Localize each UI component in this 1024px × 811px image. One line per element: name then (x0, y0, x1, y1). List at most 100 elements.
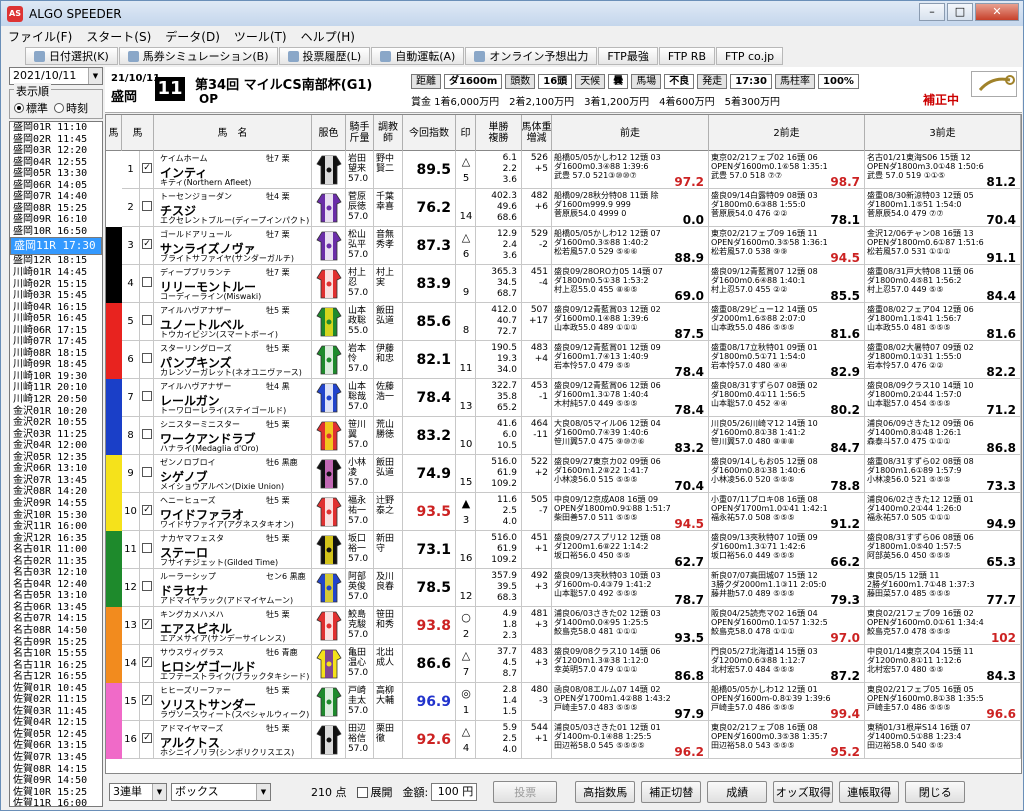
select-checkbox[interactable] (142, 315, 152, 325)
select-checkbox[interactable]: ✓ (142, 619, 152, 629)
race-list-item[interactable]: 名古11R 16:25 (10, 660, 102, 672)
race-list-item[interactable]: 盛岡02R 11:45 (10, 134, 102, 146)
horse-name-cell[interactable]: ケイムホーム 牡7 栗インティ キティ(Northern Afleet) (154, 151, 312, 189)
race-list[interactable]: 盛岡01R 11:10 盛岡02R 11:45 盛岡03R 12:20 盛岡04R 1… (9, 121, 103, 807)
race-list-item[interactable]: 川崎01R 14:45 (10, 267, 102, 279)
select-checkbox[interactable] (142, 353, 152, 363)
race-list-item[interactable]: 名古03R 12:10 (10, 567, 102, 579)
horse-name-cell[interactable]: ルーラーシップ セン6 黒鹿 ドラセナ アドマイヤラック(アドマイヤムーン) (154, 569, 312, 607)
race-list-item[interactable]: 佐賀11R 16:00 (10, 798, 102, 806)
toolbar-button[interactable]: 投票履歴(L) (278, 47, 371, 65)
race-list-item[interactable]: 名古05R 13:10 (10, 590, 102, 602)
race-list-item[interactable]: 佐賀07R 13:45 (10, 752, 102, 764)
horse-name-cell[interactable]: ゴールドアリュール 牡7 栗サンライズノヴァ ブライトサファイヤ(サンダーガルチ) (154, 227, 312, 265)
bet-type-select[interactable]: 3連単 ▼ (109, 783, 167, 801)
race-list-item[interactable]: 盛岡12R 18:15 (10, 255, 102, 267)
select-checkbox[interactable] (142, 467, 152, 477)
race-list-item[interactable]: 川崎12R 20:50 (10, 394, 102, 406)
horse-name-cell[interactable]: スターリングローズ 牡5 栗パンプキンズ カレンソーガレット(ネオユニヴァース) (154, 341, 312, 379)
horse-name-cell[interactable]: シニスターミニスター 牡5 栗ワークアンドラブ ハナライ(Medaglia d'Or… (154, 417, 312, 455)
mark-cell[interactable]: △ 6 (456, 227, 476, 265)
mark-cell[interactable]: △ 5 (456, 151, 476, 189)
race-list-item[interactable]: 金沢05R 12:35 (10, 452, 102, 464)
race-list-item[interactable]: 金沢04R 12:00 (10, 440, 102, 452)
bottom-action-button[interactable]: オッズ取得 (773, 781, 834, 803)
mark-cell[interactable]: 16 (456, 531, 476, 569)
select-checkbox[interactable]: ✓ (142, 733, 152, 743)
race-list-item[interactable]: 名古09R 15:25 (10, 637, 102, 649)
race-list-item[interactable]: 盛岡06R 14:05 (10, 180, 102, 192)
race-list-item[interactable]: 名古04R 12:40 (10, 579, 102, 591)
race-list-item[interactable]: 川崎07R 17:45 (10, 336, 102, 348)
bet-method-select[interactable]: ボックス ▼ (171, 783, 271, 801)
race-list-item[interactable]: 名古06R 13:45 (10, 602, 102, 614)
select-checkbox[interactable]: ✓ (142, 657, 152, 667)
horse-name-cell[interactable]: ヒヒーズリーファー 牡5 栗ソリストサンダー ラヴソースウィート(スペシャルウィーク… (154, 683, 312, 721)
race-list-item[interactable]: 金沢10R 15:30 (10, 510, 102, 522)
toolbar-button[interactable]: 自動運転(A) (371, 47, 465, 65)
race-list-item[interactable]: 佐賀04R 12:15 (10, 717, 102, 729)
mark-cell[interactable]: 14 (456, 189, 476, 227)
race-list-item[interactable]: 佐賀02R 11:15 (10, 694, 102, 706)
horse-name-cell[interactable]: ナカヤマフェスタ 牡5 栗ステーロ フサイチジェット(Gilded Time) (154, 531, 312, 569)
horse-name-cell[interactable]: ヘニーヒューズ 牡5 栗ワイドファラオ ワイドサファイア(アグネスタキオン) (154, 493, 312, 531)
mark-cell[interactable]: 13 (456, 379, 476, 417)
minimize-button[interactable]: – (919, 3, 945, 21)
mark-cell[interactable]: △ 4 (456, 721, 476, 759)
mark-cell[interactable]: △ 7 (456, 645, 476, 683)
race-list-item[interactable]: 盛岡01R 11:10 (10, 122, 102, 134)
toolbar-button[interactable]: FTP RB (658, 47, 716, 65)
bottom-action-button[interactable]: 高指数馬 (575, 781, 636, 803)
race-list-item[interactable]: 名古12R 16:55 (10, 671, 102, 683)
mark-cell[interactable]: 10 (456, 417, 476, 455)
race-list-item[interactable]: 名古02R 11:35 (10, 556, 102, 568)
expand-checkbox[interactable]: 展開 (356, 784, 393, 800)
race-list-item[interactable]: 名古10R 15:55 (10, 648, 102, 660)
toolbar-button[interactable]: 馬券シミュレーション(B) (118, 47, 278, 65)
close-window-button[interactable]: ✕ (975, 3, 1019, 21)
mark-cell[interactable]: ○ 2 (456, 607, 476, 645)
race-list-item[interactable]: 金沢08R 14:20 (10, 486, 102, 498)
select-checkbox[interactable] (142, 429, 152, 439)
race-list-item[interactable]: 佐賀08R 14:15 (10, 764, 102, 776)
toolbar-button[interactable]: FTP最強 (598, 47, 658, 65)
race-list-item[interactable]: 佐賀01R 10:45 (10, 683, 102, 695)
race-list-item[interactable]: 川崎06R 17:15 (10, 325, 102, 337)
radio-standard[interactable]: 標準 (14, 100, 48, 116)
select-checkbox[interactable] (142, 581, 152, 591)
menu-item[interactable]: ヘルプ(H) (294, 28, 362, 45)
race-list-item[interactable]: 佐賀09R 14:50 (10, 775, 102, 787)
mark-cell[interactable]: 12 (456, 569, 476, 607)
race-list-item[interactable]: 川崎11R 20:10 (10, 382, 102, 394)
bottom-action-button[interactable]: 補正切替 (641, 781, 702, 803)
select-checkbox[interactable] (142, 201, 152, 211)
horse-name-cell[interactable]: アイルハヴアナザー 牡5 栗ユノートルベル トウカイビジン(スマートボーイ) (154, 303, 312, 341)
mark-cell[interactable]: ◎ 1 (456, 683, 476, 721)
bottom-action-button[interactable]: 成績 (707, 781, 768, 803)
menu-item[interactable]: データ(D) (158, 28, 227, 45)
race-list-item[interactable]: 盛岡07R 14:40 (10, 191, 102, 203)
horse-name-cell[interactable]: トーセンジョーダン 牡4 栗チスジ エクセレントブルー(ディープインパクト) (154, 189, 312, 227)
race-list-item[interactable]: 金沢12R 16:35 (10, 533, 102, 545)
race-list-item[interactable]: 佐賀03R 11:45 (10, 706, 102, 718)
race-list-item[interactable]: 金沢11R 16:00 (10, 521, 102, 533)
race-list-item[interactable]: 川崎10R 19:30 (10, 371, 102, 383)
race-list-item[interactable]: 名古08R 14:50 (10, 625, 102, 637)
bottom-action-button[interactable]: 閉じる (905, 781, 966, 803)
mark-cell[interactable]: 9 (456, 265, 476, 303)
race-list-item[interactable]: 盛岡05R 13:30 (10, 168, 102, 180)
toolbar-button[interactable]: 日付選択(K) (25, 47, 118, 65)
mark-cell[interactable]: 11 (456, 341, 476, 379)
race-list-item[interactable]: 川崎08R 18:15 (10, 348, 102, 360)
race-list-item[interactable]: 盛岡03R 12:20 (10, 145, 102, 157)
mark-cell[interactable]: 15 (456, 455, 476, 493)
horse-name-cell[interactable]: アドマイヤマーズ 牡5 栗アルクトス ホシニイノリヲ(シンボリクリスエス) (154, 721, 312, 759)
horse-name-cell[interactable]: アイルハヴアナザー 牡4 黒レールガン トーワローレライ(ステイゴールド) (154, 379, 312, 417)
select-checkbox[interactable] (142, 543, 152, 553)
toolbar-button[interactable]: オンライン予想出力 (465, 47, 598, 65)
menu-item[interactable]: ツール(T) (227, 28, 294, 45)
select-checkbox[interactable] (142, 277, 152, 287)
race-list-item[interactable]: 盛岡08R 15:25 (10, 203, 102, 215)
race-list-item[interactable]: 盛岡04R 12:55 (10, 157, 102, 169)
race-list-item[interactable]: 金沢01R 10:20 (10, 406, 102, 418)
